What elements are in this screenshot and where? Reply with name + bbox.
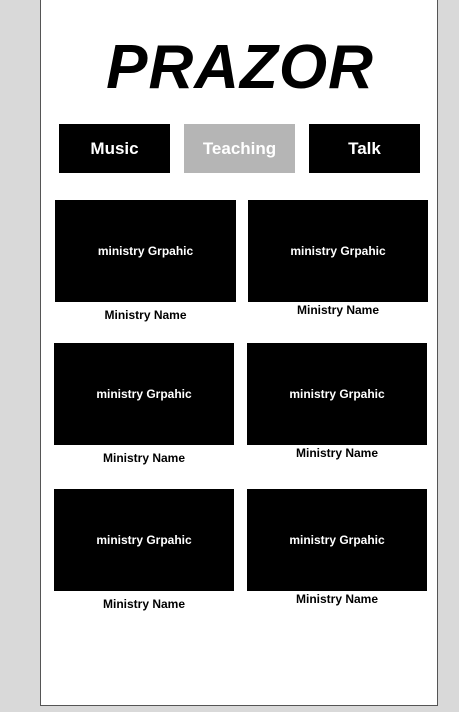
ministry-graphic-card[interactable]: ministry Grpahic <box>247 343 427 445</box>
app-logo: PRAZOR <box>106 33 374 102</box>
ministry-graphic-card[interactable]: ministry Grpahic <box>248 200 428 302</box>
ministry-name[interactable]: Ministry Name <box>247 446 427 460</box>
ministry-name[interactable]: Ministry Name <box>55 308 236 322</box>
app-page: PRAZOR Music Teaching Talk ministry Grpa… <box>40 0 438 706</box>
tab-music[interactable]: Music <box>59 124 170 173</box>
ministry-graphic-card[interactable]: ministry Grpahic <box>54 489 234 591</box>
ministry-name[interactable]: Ministry Name <box>54 597 234 611</box>
ministry-name[interactable]: Ministry Name <box>247 592 427 606</box>
ministry-name[interactable]: Ministry Name <box>248 303 428 317</box>
tab-teaching[interactable]: Teaching <box>184 124 295 173</box>
tab-talk[interactable]: Talk <box>309 124 420 173</box>
ministry-graphic-card[interactable]: ministry Grpahic <box>247 489 427 591</box>
ministry-graphic-card[interactable]: ministry Grpahic <box>54 343 234 445</box>
ministry-name[interactable]: Ministry Name <box>54 451 234 465</box>
ministry-graphic-card[interactable]: ministry Grpahic <box>55 200 236 302</box>
